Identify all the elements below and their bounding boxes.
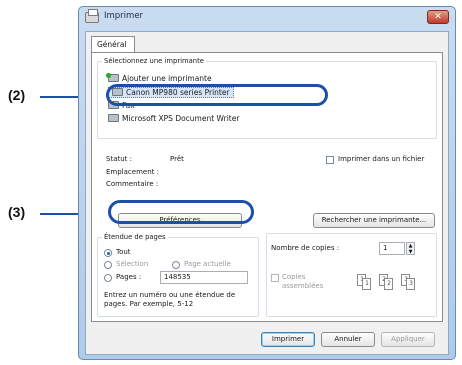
copies-count-label: Nombre de copies : xyxy=(271,244,340,252)
cancel-button[interactable]: Annuler xyxy=(321,332,375,347)
callout-ring-preferences xyxy=(108,200,254,224)
collate-page-2-front: 2 xyxy=(384,278,393,290)
comment-label: Commentaire : xyxy=(106,180,159,188)
copies-group: Nombre de copies : 1 ▲ ▼ Copies assemblée… xyxy=(266,233,437,317)
status-value: Prêt xyxy=(170,155,184,163)
pages-input[interactable]: 148535 xyxy=(160,271,248,284)
title-bar[interactable]: Imprimer ✕ xyxy=(79,7,455,29)
print-dialog: Imprimer ✕ Général Sélectionnez une impr… xyxy=(78,6,456,360)
radio-current-page-label: Page actuelle xyxy=(184,260,231,268)
add-printer-icon xyxy=(106,73,111,78)
page-range-hint: Entrez un numéro ou une étendue de pages… xyxy=(104,291,236,308)
printer-icon xyxy=(108,114,119,122)
window-title: Imprimer xyxy=(104,11,144,21)
close-button[interactable]: ✕ xyxy=(427,10,449,24)
print-button[interactable]: Imprimer xyxy=(261,332,315,347)
printer-select-legend: Sélectionnez une imprimante xyxy=(104,57,204,65)
page-range-legend: Étendue de pages xyxy=(104,233,166,241)
print-to-file-label: Imprimer dans un fichier xyxy=(338,155,425,163)
radio-selection[interactable] xyxy=(104,261,112,269)
radio-all-label: Tout xyxy=(116,248,131,256)
status-label: Statut : xyxy=(106,155,132,163)
location-label: Emplacement : xyxy=(106,168,159,176)
print-to-file-checkbox[interactable] xyxy=(326,156,334,164)
collate-label: Copies assemblées xyxy=(282,273,324,290)
copies-count-input[interactable]: 1 xyxy=(379,242,405,255)
callout-label-2: (2) xyxy=(8,87,26,103)
tab-general[interactable]: Général xyxy=(91,36,135,53)
collate-page-1-front: 1 xyxy=(362,278,371,290)
printer-item-label: Microsoft XPS Document Writer xyxy=(122,114,240,123)
find-printer-button[interactable]: Rechercher une imprimante... xyxy=(313,213,435,228)
callout-ring-printer xyxy=(106,84,328,106)
printer-icon xyxy=(85,9,99,23)
radio-pages-label: Pages : xyxy=(116,273,142,281)
collate-page-3-front: 3 xyxy=(406,278,415,290)
radio-all[interactable] xyxy=(104,249,112,257)
callout-label-3: (3) xyxy=(8,204,26,220)
dialog-client-area: Général Sélectionnez une imprimante Ajou… xyxy=(85,31,449,355)
collate-checkbox[interactable] xyxy=(271,274,279,282)
radio-current-page[interactable] xyxy=(172,261,180,269)
apply-button[interactable]: Appliquer xyxy=(381,332,435,347)
printer-item-xps[interactable]: Microsoft XPS Document Writer xyxy=(108,113,239,125)
printer-item-label: Ajouter une imprimante xyxy=(122,74,212,83)
page-range-group: Étendue de pages Tout Sélection Page act… xyxy=(97,233,259,317)
radio-selection-label: Sélection xyxy=(116,260,149,268)
copies-spinner[interactable]: ▲ ▼ xyxy=(406,242,415,255)
radio-pages[interactable] xyxy=(104,274,112,282)
